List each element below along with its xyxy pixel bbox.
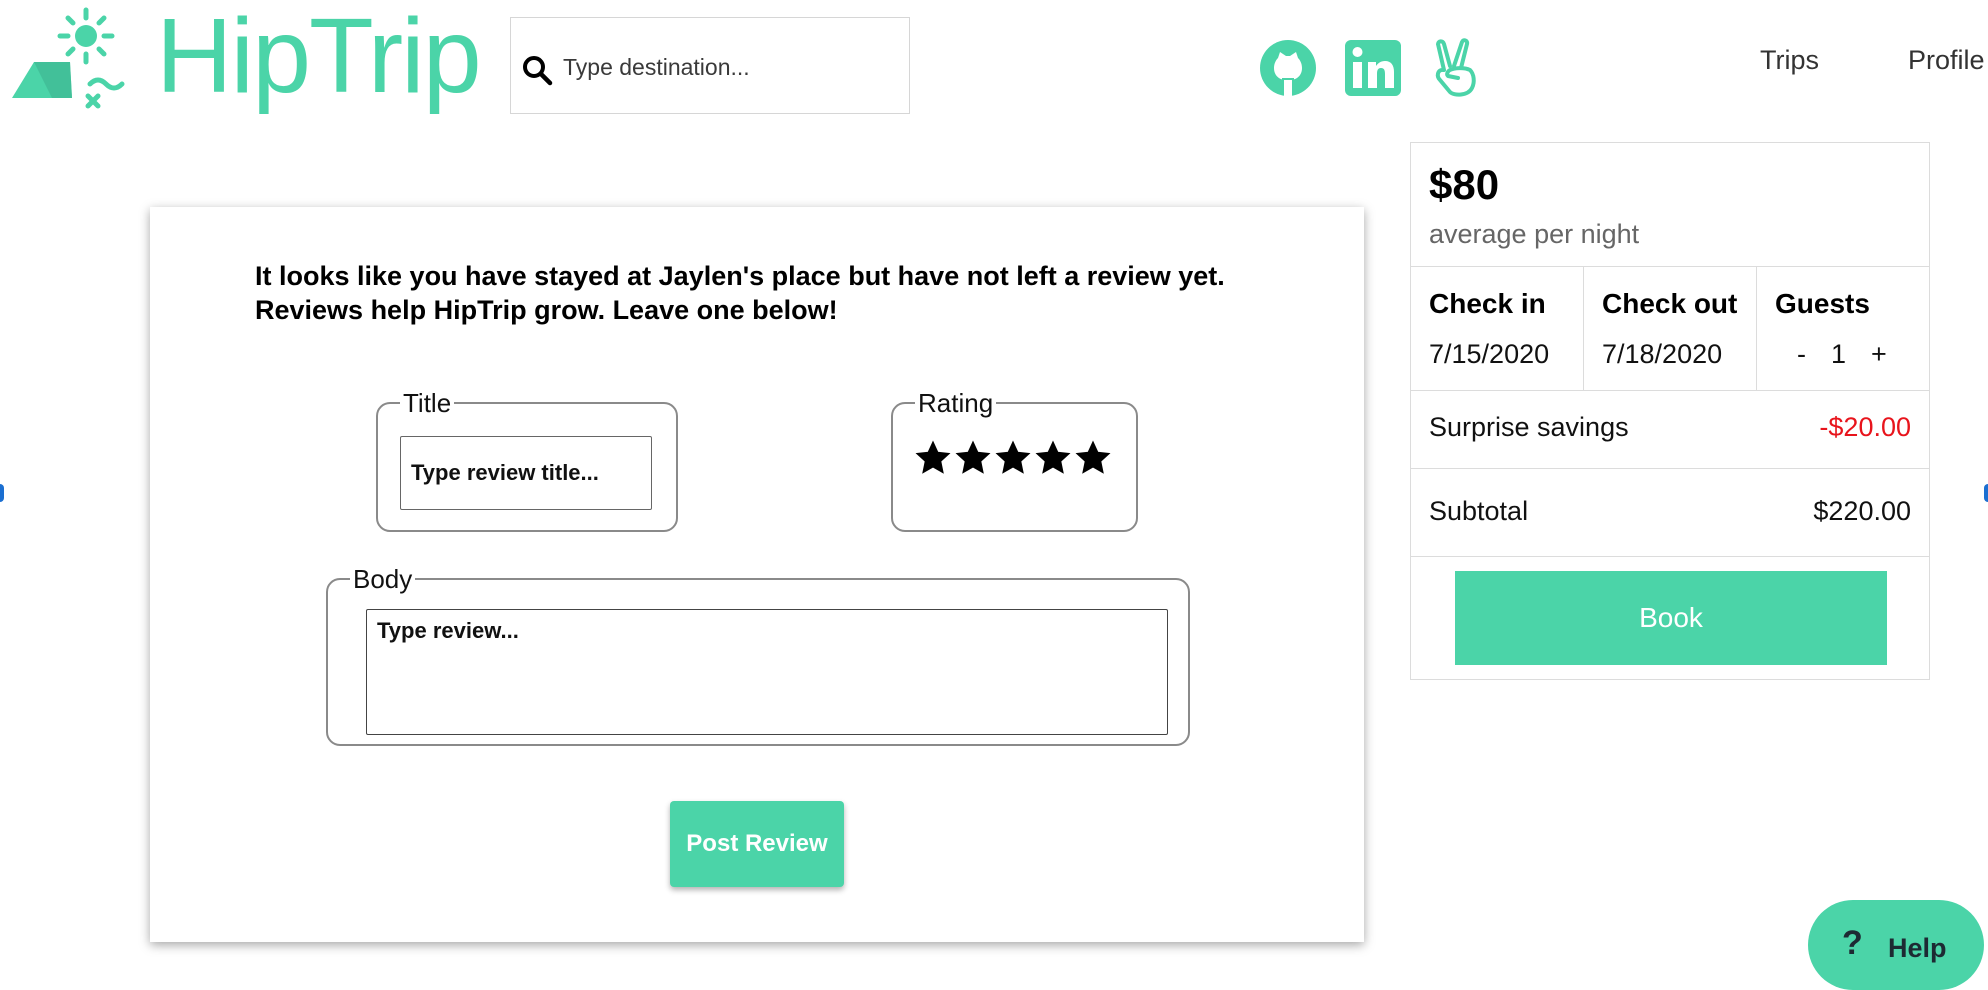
title-legend: Title bbox=[403, 388, 452, 418]
star-icon[interactable] bbox=[1075, 440, 1111, 476]
review-intro-line2: Reviews help HipTrip grow. Leave one bel… bbox=[255, 295, 838, 325]
divider bbox=[1411, 266, 1929, 267]
review-title-input[interactable] bbox=[400, 436, 652, 510]
review-intro: It looks like you have stayed at Jaylen'… bbox=[255, 259, 1315, 327]
check-in-date[interactable]: 7/15/2020 bbox=[1429, 339, 1549, 370]
guests-count: 1 bbox=[1831, 339, 1847, 369]
savings-label: Surprise savings bbox=[1429, 412, 1629, 442]
divider bbox=[1411, 390, 1929, 391]
check-out-label: Check out bbox=[1602, 288, 1738, 319]
guests-decrement-button[interactable]: - bbox=[1797, 339, 1806, 370]
nightly-price: $80 bbox=[1429, 161, 1500, 208]
divider bbox=[1756, 266, 1757, 390]
review-card: It looks like you have stayed at Jaylen'… bbox=[150, 207, 1364, 942]
help-button[interactable]: ? Help bbox=[1808, 900, 1984, 990]
logo-camping-icon bbox=[12, 7, 125, 109]
help-label: Help bbox=[1888, 933, 1947, 963]
search-input[interactable] bbox=[561, 44, 895, 90]
star-icon[interactable] bbox=[955, 440, 991, 476]
post-review-button[interactable]: Post Review bbox=[670, 801, 844, 887]
rating-fieldset: Rating bbox=[891, 390, 1138, 532]
body-fieldset: Body bbox=[326, 566, 1190, 746]
book-button[interactable]: Book bbox=[1455, 571, 1887, 665]
subtotal-label: Subtotal bbox=[1429, 496, 1529, 526]
savings-value: -$20.00 bbox=[1819, 412, 1911, 442]
divider bbox=[1411, 468, 1929, 469]
subtotal-value: $220.00 bbox=[1813, 496, 1911, 526]
nav-profile[interactable]: Profile bbox=[1908, 45, 1985, 76]
guests-increment-button[interactable]: + bbox=[1871, 339, 1887, 370]
linkedin-icon[interactable] bbox=[1343, 38, 1403, 98]
booking-panel: $80 average per night Check in 7/15/2020… bbox=[1410, 142, 1930, 680]
review-intro-line1: It looks like you have stayed at Jaylen'… bbox=[255, 261, 1225, 291]
check-out-date[interactable]: 7/18/2020 bbox=[1602, 339, 1722, 370]
logo-text: HipTrip bbox=[156, 0, 482, 115]
price-subtitle: average per night bbox=[1429, 219, 1640, 249]
carousel-next-indicator[interactable] bbox=[1984, 484, 1988, 502]
rating-stars bbox=[915, 440, 1111, 476]
star-icon[interactable] bbox=[1035, 440, 1071, 476]
hiptrip-logo[interactable]: HipTrip bbox=[12, 0, 482, 118]
divider bbox=[1583, 266, 1584, 390]
search-icon bbox=[523, 56, 553, 86]
check-in-label: Check in bbox=[1429, 288, 1546, 319]
rating-legend: Rating bbox=[918, 388, 994, 418]
destination-search[interactable] bbox=[510, 17, 910, 114]
guests-label: Guests bbox=[1775, 288, 1870, 319]
github-icon[interactable] bbox=[1258, 38, 1318, 98]
star-icon[interactable] bbox=[995, 440, 1031, 476]
title-fieldset: Title bbox=[376, 390, 678, 532]
question-icon: ? bbox=[1842, 924, 1863, 962]
carousel-prev-indicator[interactable] bbox=[0, 484, 4, 502]
divider bbox=[1411, 556, 1929, 557]
star-icon[interactable] bbox=[915, 440, 951, 476]
angellist-icon[interactable] bbox=[1428, 38, 1488, 98]
nav-trips[interactable]: Trips bbox=[1760, 45, 1819, 76]
body-legend: Body bbox=[353, 564, 413, 594]
review-body-input[interactable] bbox=[366, 609, 1168, 735]
